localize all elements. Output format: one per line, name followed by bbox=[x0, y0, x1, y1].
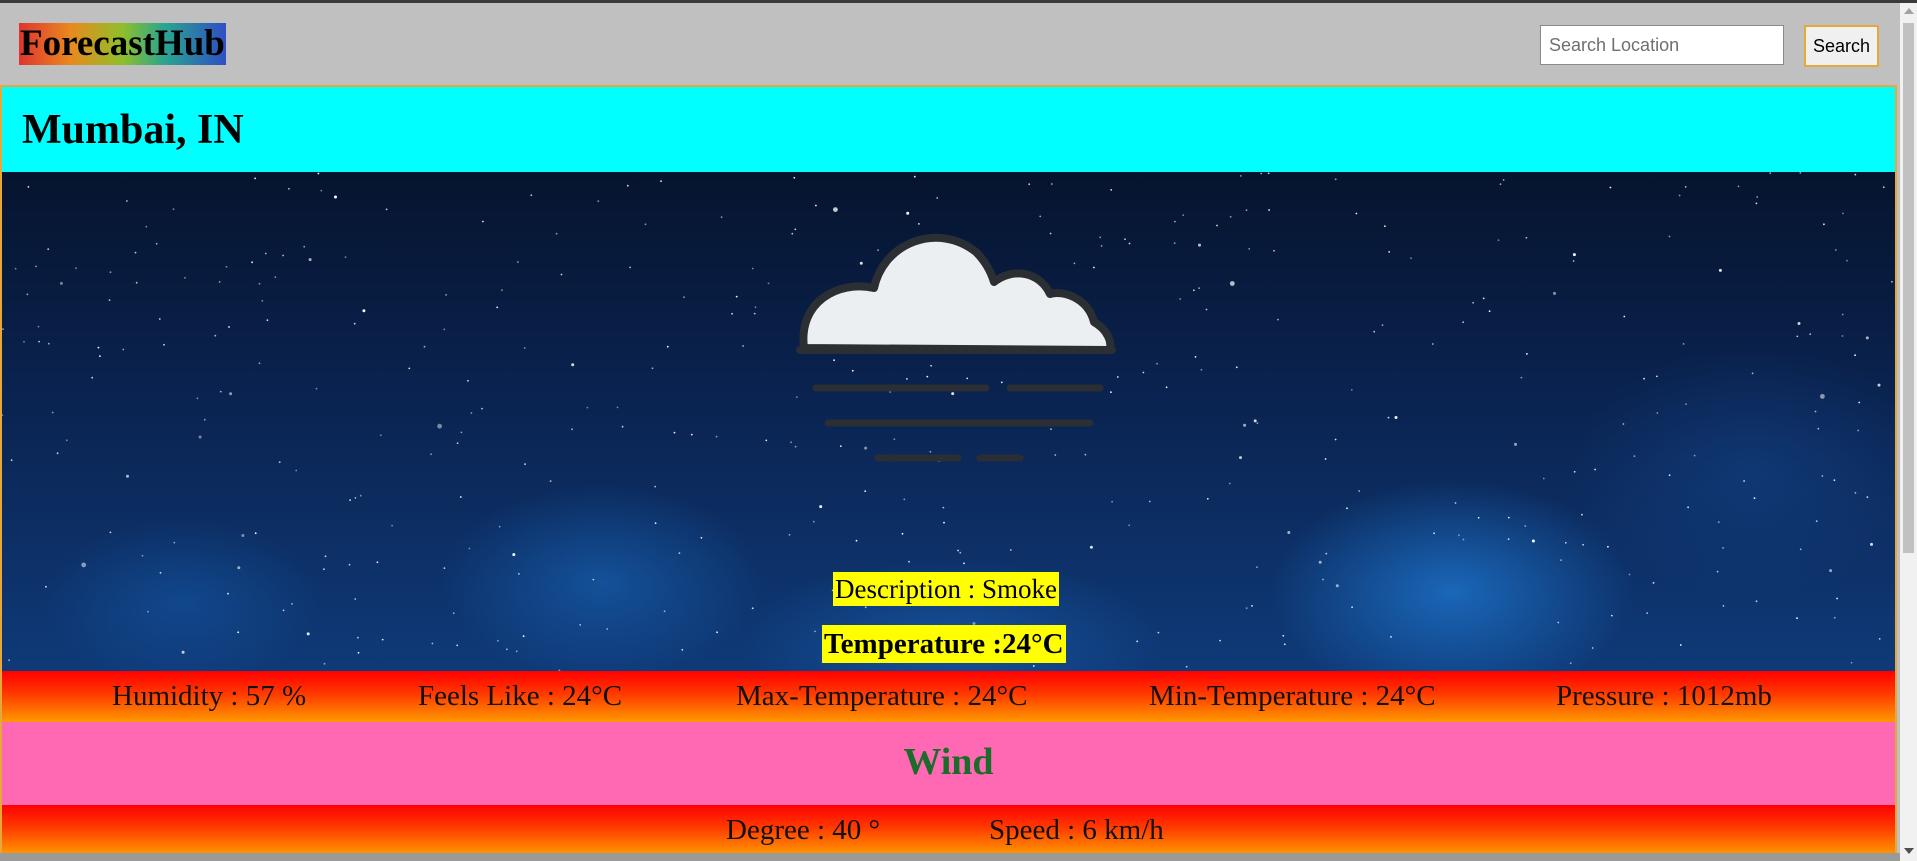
max-temperature-stat: Max-Temperature : 24°C bbox=[736, 680, 1028, 712]
location-header: Mumbai, IN bbox=[2, 87, 1895, 172]
weather-description: Description : Smoke bbox=[833, 572, 1059, 606]
wind-stats-bar: Degree : 40 ° Speed : 6 km/h bbox=[2, 805, 1895, 855]
wind-header: Wind bbox=[2, 722, 1895, 805]
pressure-stat: Pressure : 1012mb bbox=[1556, 680, 1772, 712]
humidity-stat: Humidity : 57 % bbox=[112, 680, 307, 712]
fog-cloud-icon bbox=[796, 233, 1116, 462]
min-temperature-stat: Min-Temperature : 24°C bbox=[1149, 680, 1436, 712]
search-input[interactable] bbox=[1540, 25, 1784, 65]
temperature: Temperature :24°C bbox=[822, 625, 1066, 663]
weather-stats-bar: Humidity : 57 % Feels Like : 24°C Max-Te… bbox=[2, 671, 1895, 722]
scroll-down-arrow-icon[interactable] bbox=[1904, 848, 1914, 854]
scroll-up-arrow-icon[interactable] bbox=[1904, 8, 1914, 14]
scrollbar[interactable] bbox=[1900, 3, 1917, 861]
logo[interactable]: ForecastHub bbox=[19, 23, 226, 65]
weather-panel: Mumbai, IN Description : Smoke Temperatu… bbox=[0, 85, 1897, 855]
navbar: ForecastHub Search bbox=[0, 3, 1900, 85]
feels-like-stat: Feels Like : 24°C bbox=[418, 680, 623, 712]
page-bottom-edge bbox=[0, 853, 1900, 861]
city-name: Mumbai, IN bbox=[22, 107, 244, 153]
wind-speed-stat: Speed : 6 km/h bbox=[989, 814, 1164, 846]
search-button[interactable]: Search bbox=[1804, 25, 1879, 67]
scroll-thumb[interactable] bbox=[1903, 23, 1914, 553]
wind-degree-stat: Degree : 40 ° bbox=[726, 814, 881, 846]
wind-title: Wind bbox=[903, 741, 994, 783]
